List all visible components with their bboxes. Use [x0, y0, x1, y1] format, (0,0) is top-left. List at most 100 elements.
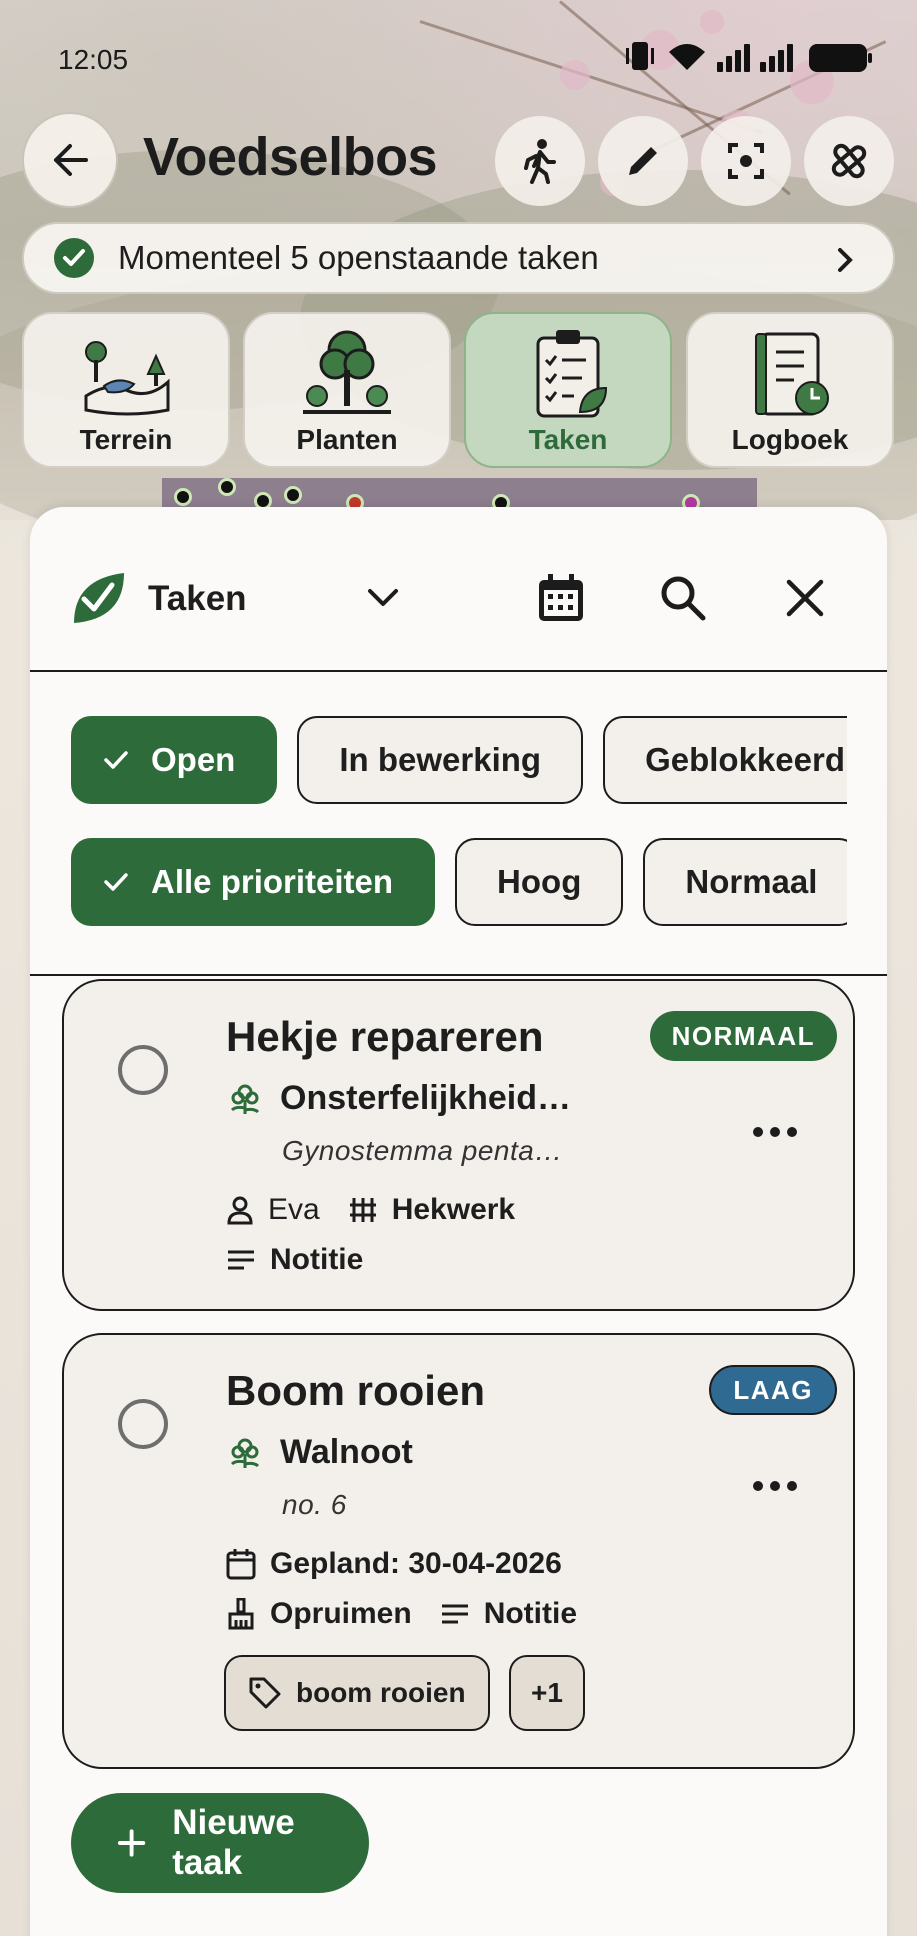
- filter-chip-hoog-label: Hoog: [497, 863, 582, 900]
- calendar-button[interactable]: [532, 569, 590, 627]
- search-button[interactable]: [654, 569, 712, 627]
- tab-logboek[interactable]: Logboek: [686, 312, 894, 468]
- more-tags-chip[interactable]: +1: [509, 1655, 585, 1731]
- task-planned-row: Gepland: 30-04-2026: [226, 1547, 562, 1581]
- task-complete-checkbox[interactable]: [118, 1045, 168, 1095]
- filter-chip-in-bewerking-label: In bewerking: [339, 741, 542, 778]
- priority-badge: LAAG: [709, 1365, 837, 1415]
- signal-1-icon: [717, 44, 750, 72]
- chevron-down-icon: [368, 589, 398, 606]
- filter-chip-in-bewerking[interactable]: In bewerking: [297, 716, 584, 804]
- task-title: Boom rooien: [226, 1367, 485, 1414]
- task-assignee-name: Eva: [268, 1193, 320, 1226]
- bandage-icon: [831, 143, 867, 179]
- task-assignee: Eva: [226, 1193, 320, 1227]
- fence-icon: [349, 1198, 376, 1222]
- more-dot: [753, 1127, 763, 1137]
- status-filter-row: Open In bewerking Geblokkeerd: [71, 716, 887, 804]
- tag-chip[interactable]: boom rooien: [224, 1655, 490, 1731]
- tag-icon: [249, 1677, 281, 1709]
- more-dot: [787, 1481, 797, 1491]
- calendar-icon: [539, 574, 583, 621]
- filter-chip-normaal-label: Normaal: [685, 863, 818, 900]
- tab-logboek-label: Logboek: [731, 424, 849, 455]
- arrow-left-icon: [54, 144, 88, 176]
- broom-icon: [228, 1598, 254, 1630]
- more-dot: [753, 1481, 763, 1491]
- task-note-row: Notitie: [226, 1243, 363, 1277]
- filter-fade: [847, 674, 887, 974]
- new-task-label: Nieuwe taak: [172, 1803, 295, 1882]
- check-circle-icon: [54, 238, 94, 278]
- more-dot: [770, 1481, 780, 1491]
- priority-badge: NORMAAL: [649, 1011, 837, 1061]
- task-card[interactable]: Boom rooien LAAG Walnoot no. 6 Gepland: …: [62, 1333, 855, 1769]
- filter-area: Open In bewerking Geblokkeerd Alle prior…: [30, 674, 887, 976]
- more-options-button[interactable]: [753, 1481, 797, 1491]
- page-title: Voedselbos: [143, 127, 438, 187]
- task-plant[interactable]: Walnoot: [226, 1433, 413, 1472]
- task-category: Hekwerk: [348, 1193, 515, 1227]
- tasks-panel: Taken Open In bewerking Geblokkeerd Alle…: [30, 507, 887, 1936]
- open-tasks-banner[interactable]: Momenteel 5 openstaande taken: [22, 222, 895, 294]
- clipboard-tasks-icon: [536, 330, 608, 418]
- panel-title-dropdown[interactable]: [354, 569, 412, 627]
- task-plant-name: Walnoot: [280, 1433, 413, 1471]
- walk-mode-button[interactable]: [495, 116, 585, 206]
- filter-chip-open-label: Open: [151, 741, 236, 778]
- tab-terrein[interactable]: Terrein: [22, 312, 230, 468]
- task-note-label: Notitie: [483, 1597, 578, 1630]
- task-meta-row: Opruimen Notitie: [226, 1597, 577, 1631]
- more-tags-label: +1: [531, 1677, 563, 1708]
- logbook-icon: [755, 332, 829, 416]
- filter-chip-geblokkeerd[interactable]: Geblokkeerd: [603, 716, 887, 804]
- filter-chip-hoog[interactable]: Hoog: [455, 838, 624, 926]
- leaf-check-icon: [74, 573, 124, 623]
- notes-icon: [441, 1604, 468, 1624]
- task-plant-name: Onsterfelijkheid…: [280, 1079, 571, 1117]
- filter-chip-normaal[interactable]: Normaal: [643, 838, 860, 926]
- panel-title: Taken: [148, 579, 247, 618]
- filter-chip-alle-prioriteiten[interactable]: Alle prioriteiten: [71, 838, 436, 926]
- tab-taken-label: Taken: [528, 424, 608, 455]
- status-bar: 12:05: [0, 0, 917, 110]
- priority-filter-row: Alle prioriteiten Hoog Normaal: [71, 838, 860, 926]
- task-title: Hekje repareren: [226, 1013, 544, 1060]
- flower-icon: [230, 1438, 260, 1468]
- back-button[interactable]: [22, 112, 118, 208]
- task-complete-checkbox[interactable]: [118, 1399, 168, 1449]
- bandage-button[interactable]: [804, 116, 894, 206]
- task-plant[interactable]: Onsterfelijkheid…: [226, 1079, 571, 1118]
- edit-pencil-icon: [629, 147, 657, 175]
- close-icon: [786, 579, 824, 617]
- status-icons: [623, 40, 872, 72]
- focus-scan-icon: [728, 143, 764, 179]
- task-note: Notitie: [440, 1597, 577, 1631]
- check-icon: [104, 873, 128, 891]
- more-dot: [787, 1127, 797, 1137]
- filter-chip-open[interactable]: Open: [71, 716, 278, 804]
- task-category: Opruimen: [226, 1597, 412, 1631]
- task-card[interactable]: Hekje repareren NORMAAL Onsterfelijkheid…: [62, 979, 855, 1311]
- plants-icon: [303, 330, 391, 414]
- task-category-label: Hekwerk: [391, 1193, 516, 1226]
- task-category-label: Opruimen: [270, 1597, 412, 1630]
- walk-icon: [524, 139, 556, 184]
- notes-icon: [228, 1250, 254, 1270]
- flower-icon: [230, 1084, 260, 1114]
- plus-icon: [117, 1829, 146, 1857]
- task-planned-date: Gepland: 30-04-2026: [270, 1547, 562, 1580]
- close-button[interactable]: [776, 569, 834, 627]
- check-icon: [104, 751, 128, 769]
- more-options-button[interactable]: [753, 1127, 797, 1137]
- calendar-outline-icon: [226, 1549, 256, 1580]
- tag-chip-label: boom rooien: [296, 1677, 466, 1708]
- focus-button[interactable]: [701, 116, 791, 206]
- person-icon: [227, 1196, 253, 1225]
- edit-button[interactable]: [598, 116, 688, 206]
- tab-planten[interactable]: Planten: [243, 312, 451, 468]
- tab-taken[interactable]: Taken: [464, 312, 672, 468]
- battery-icon: [809, 44, 872, 72]
- new-task-button[interactable]: Nieuwe taak: [71, 1793, 369, 1893]
- vibrate-icon: [626, 42, 654, 70]
